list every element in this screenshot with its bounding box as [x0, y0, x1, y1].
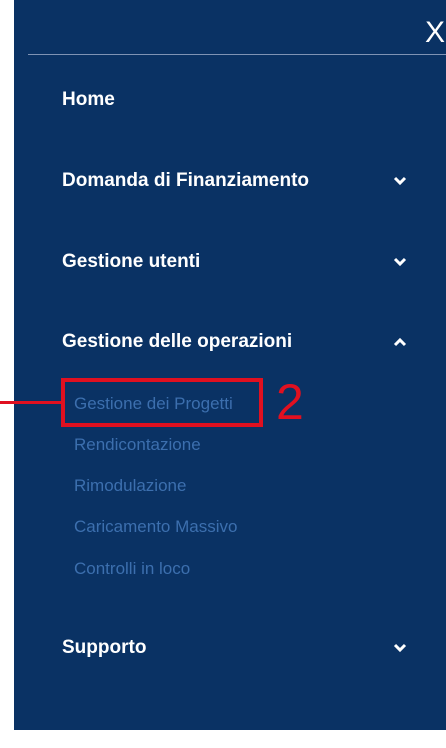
menu-item-domanda-di-finanziamento[interactable]: Domanda di Finanziamento: [62, 164, 414, 198]
menu-item-gestione-delle-operazioni[interactable]: Gestione delle operazioni: [62, 325, 414, 359]
menu-item-gestione-utenti[interactable]: Gestione utenti: [62, 245, 414, 279]
menu-item-home[interactable]: Home: [62, 83, 414, 117]
submenu-item-caricamento-massivo[interactable]: Caricamento Massivo: [74, 514, 237, 540]
menu-item-label: Gestione delle operazioni: [62, 331, 293, 352]
annotation-number: 2: [276, 374, 304, 430]
chevron-down-icon: [392, 173, 408, 189]
menu-item-label: Home: [62, 89, 115, 110]
annotation-highlight-box: [61, 378, 263, 427]
chevron-down-icon: [392, 640, 408, 656]
menu-item-label: Gestione utenti: [62, 251, 201, 272]
divider: [28, 54, 446, 55]
annotation-callout-line: [0, 401, 62, 404]
menu-item-supporto[interactable]: Supporto: [62, 631, 414, 665]
submenu-item-rendicontazione[interactable]: Rendicontazione: [74, 432, 201, 458]
submenu-item-controlli-in-loco[interactable]: Controlli in loco: [74, 556, 190, 582]
menu-item-label: Domanda di Finanziamento: [62, 170, 310, 191]
menu-item-label: Supporto: [62, 637, 147, 658]
chevron-down-icon: [392, 254, 408, 270]
submenu-item-rimodulazione[interactable]: Rimodulazione: [74, 473, 186, 499]
chevron-up-icon: [392, 334, 408, 350]
close-button[interactable]: X: [425, 16, 446, 50]
